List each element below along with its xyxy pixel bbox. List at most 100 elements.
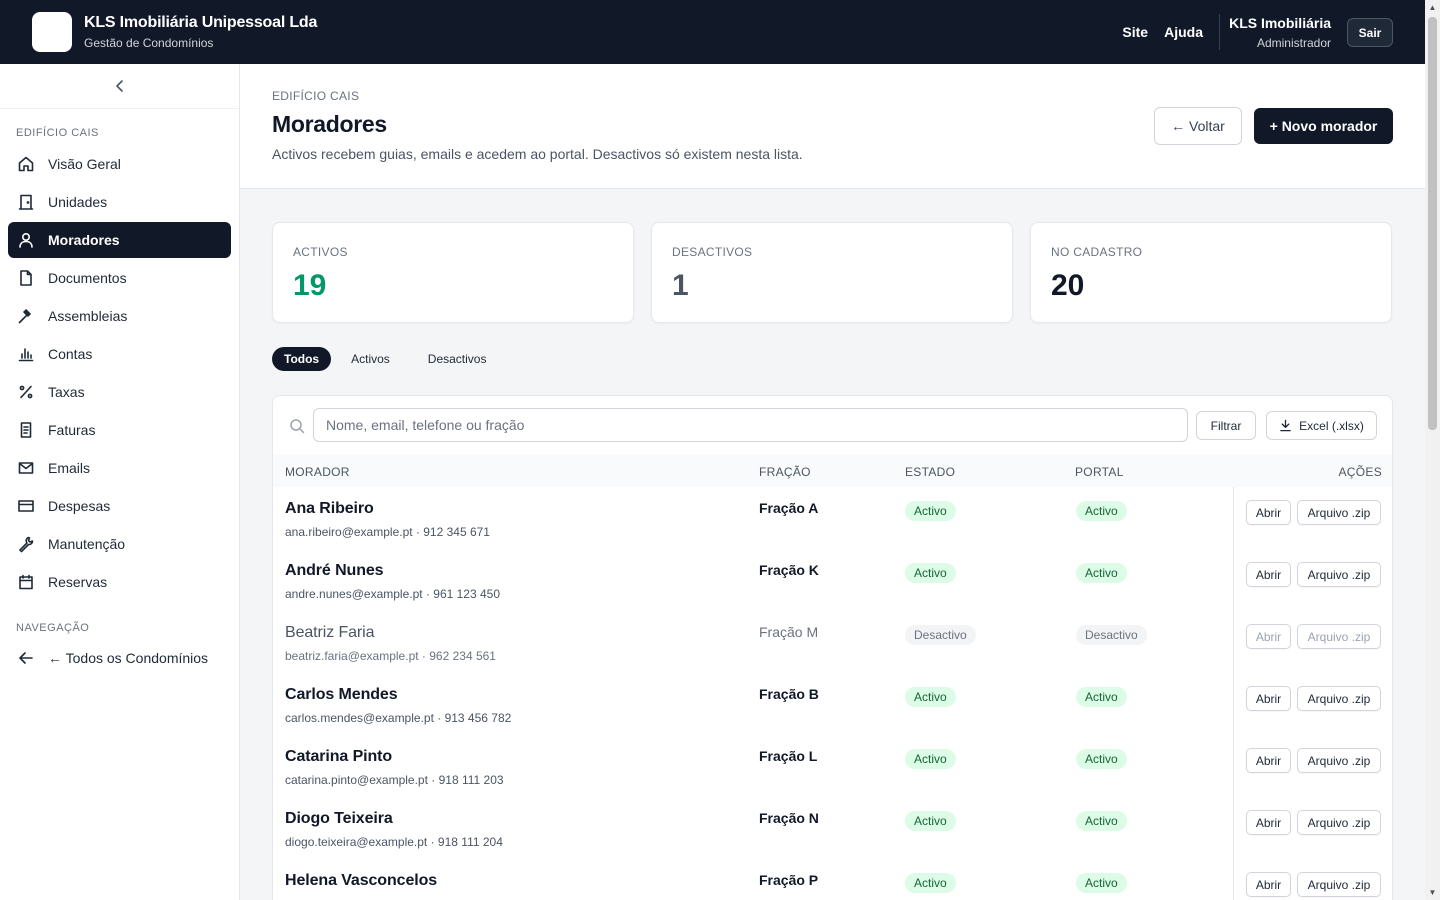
sidebar-item-all-condos[interactable]: ← Todos os Condomínios	[8, 640, 231, 676]
scroll-thumb[interactable]	[1428, 17, 1437, 430]
portal-badge: Activo	[1076, 749, 1127, 769]
resident-name[interactable]: Ana Ribeiro	[285, 500, 374, 518]
breadcrumb: EDIFÍCIO CAIS	[272, 89, 360, 103]
sidebar-item-reservas[interactable]: Reservas	[8, 564, 231, 600]
table-row[interactable]: Helena Vasconcelos Fração P Activo Activo Ab…	[273, 859, 1392, 900]
column-header-morador[interactable]: MORADOR	[285, 465, 350, 479]
export-excel-button[interactable]: Excel (.xlsx)	[1266, 411, 1377, 440]
column-header-fracao[interactable]: FRAÇÃO	[759, 465, 811, 479]
resident-name[interactable]: Carlos Mendes	[285, 686, 398, 704]
sidebar-item-label: Despesas	[48, 498, 111, 514]
filter-button[interactable]: Filtrar	[1196, 411, 1256, 440]
resident-name[interactable]: Helena Vasconcelos	[285, 872, 437, 890]
door-icon	[17, 193, 35, 211]
sidebar-item-moradores[interactable]: Moradores	[8, 222, 231, 258]
sidebar-item-manutencao[interactable]: Manutenção	[8, 526, 231, 562]
sidebar-item-label: Emails	[48, 460, 91, 476]
sidebar-item-label: ← Todos os Condomínios	[48, 650, 209, 666]
top-bar: KLS Imobiliária Unipessoal Lda Gestão de…	[0, 0, 1425, 64]
new-resident-button[interactable]: + Novo morador	[1254, 108, 1393, 144]
resident-fracao: Fração M	[759, 624, 819, 640]
archive-zip-button[interactable]: Arquivo .zip	[1297, 624, 1381, 649]
open-button[interactable]: Abrir	[1246, 686, 1291, 711]
portal-badge: Activo	[1076, 873, 1127, 893]
chevron-left-icon	[115, 80, 123, 92]
open-button[interactable]: Abrir	[1246, 624, 1291, 649]
resident-contact: ana.ribeiro@example.pt · 912 345 671	[285, 525, 490, 539]
open-button[interactable]: Abrir	[1246, 500, 1291, 525]
sidebar-item-label: Moradores	[48, 232, 120, 248]
archive-zip-button[interactable]: Arquivo .zip	[1297, 562, 1381, 587]
table-row[interactable]: Ana Ribeiro ana.ribeiro@example.pt · 912 …	[273, 487, 1392, 549]
column-header-acoes: AÇÕES	[1338, 465, 1382, 479]
sidebar-item-contas[interactable]: Contas	[8, 336, 231, 372]
help-link[interactable]: Ajuda	[1164, 24, 1203, 40]
sidebar-item-visao-geral[interactable]: Visão Geral	[8, 146, 231, 182]
table-row[interactable]: André Nunes andre.nunes@example.pt · 961 …	[273, 549, 1392, 611]
resident-name[interactable]: Diogo Teixeira	[285, 810, 393, 828]
stat-value: 20	[1051, 269, 1085, 302]
resident-fracao: Fração B	[759, 686, 819, 702]
status-badge: Activo	[905, 749, 956, 769]
status-badge: Activo	[905, 563, 956, 583]
tab-activos[interactable]: Activos	[339, 347, 402, 371]
table-row[interactable]: Catarina Pinto catarina.pinto@example.pt …	[273, 735, 1392, 797]
user-role: Administrador	[1256, 36, 1331, 50]
page-header: EDIFÍCIO CAIS Moradores Activos recebem …	[240, 64, 1425, 189]
archive-zip-button[interactable]: Arquivo .zip	[1297, 686, 1381, 711]
sidebar-item-assembleias[interactable]: Assembleias	[8, 298, 231, 334]
resident-name[interactable]: Beatriz Faria	[285, 624, 375, 642]
sidebar-item-label: Contas	[48, 346, 93, 362]
stat-label: ACTIVOS	[293, 245, 348, 259]
sidebar-item-label: Taxas	[48, 384, 85, 400]
portal-badge: Activo	[1076, 501, 1127, 521]
site-link[interactable]: Site	[1122, 24, 1148, 40]
page-scrollbar[interactable]: ▲ ▼	[1425, 0, 1440, 900]
residents-table: Nome, email, telefone ou fração Filtrar …	[272, 395, 1393, 900]
sidebar-item-emails[interactable]: Emails	[8, 450, 231, 486]
open-button[interactable]: Abrir	[1246, 872, 1291, 897]
archive-zip-button[interactable]: Arquivo .zip	[1297, 872, 1381, 897]
archive-zip-button[interactable]: Arquivo .zip	[1297, 810, 1381, 835]
archive-zip-button[interactable]: Arquivo .zip	[1297, 748, 1381, 773]
scroll-up-icon[interactable]: ▲	[1428, 3, 1437, 12]
search-input[interactable]: Nome, email, telefone ou fração	[313, 408, 1188, 442]
collapse-sidebar-button[interactable]	[0, 64, 239, 109]
home-icon	[17, 155, 35, 173]
open-button[interactable]: Abrir	[1246, 562, 1291, 587]
status-badge: Activo	[905, 501, 956, 521]
table-row[interactable]: Beatriz Faria beatriz.faria@example.pt · …	[273, 611, 1392, 673]
resident-fracao: Fração L	[759, 748, 818, 764]
open-button[interactable]: Abrir	[1246, 810, 1291, 835]
scroll-down-icon[interactable]: ▼	[1428, 888, 1437, 897]
sidebar-section-nav: NAVEGAÇÃO	[16, 622, 90, 634]
sidebar-item-label: Reservas	[48, 574, 108, 590]
resident-name[interactable]: Catarina Pinto	[285, 748, 392, 766]
tab-todos[interactable]: Todos	[272, 347, 332, 371]
archive-zip-button[interactable]: Arquivo .zip	[1297, 500, 1381, 525]
search-icon	[290, 419, 305, 434]
tab-desactivos[interactable]: Desactivos	[416, 347, 499, 371]
company-logo[interactable]	[32, 12, 72, 52]
page-title: Moradores	[272, 111, 387, 137]
stat-card-active: ACTIVOS 19	[272, 222, 634, 323]
open-button[interactable]: Abrir	[1246, 748, 1291, 773]
sidebar-item-unidades[interactable]: Unidades	[8, 184, 231, 220]
sidebar-item-documentos[interactable]: Documentos	[8, 260, 231, 296]
sidebar-item-faturas[interactable]: Faturas	[8, 412, 231, 448]
logout-button[interactable]: Sair	[1347, 18, 1393, 47]
column-header-portal[interactable]: PORTAL	[1075, 465, 1124, 479]
sidebar-item-label: Documentos	[48, 270, 127, 286]
sidebar-item-taxas[interactable]: Taxas	[8, 374, 231, 410]
company-subtitle: Gestão de Condomínios	[84, 36, 214, 50]
column-header-estado[interactable]: ESTADO	[905, 465, 955, 479]
sidebar-item-despesas[interactable]: Despesas	[8, 488, 231, 524]
back-button[interactable]: ← Voltar	[1154, 107, 1242, 145]
portal-badge: Desactivo	[1076, 625, 1147, 645]
user-name: KLS Imobiliária	[1229, 15, 1331, 31]
resident-contact: diogo.teixeira@example.pt · 918 111 204	[285, 835, 503, 849]
table-row[interactable]: Diogo Teixeira diogo.teixeira@example.pt …	[273, 797, 1392, 859]
table-row[interactable]: Carlos Mendes carlos.mendes@example.pt · …	[273, 673, 1392, 735]
wrench-icon	[17, 535, 35, 553]
resident-name[interactable]: André Nunes	[285, 562, 384, 580]
